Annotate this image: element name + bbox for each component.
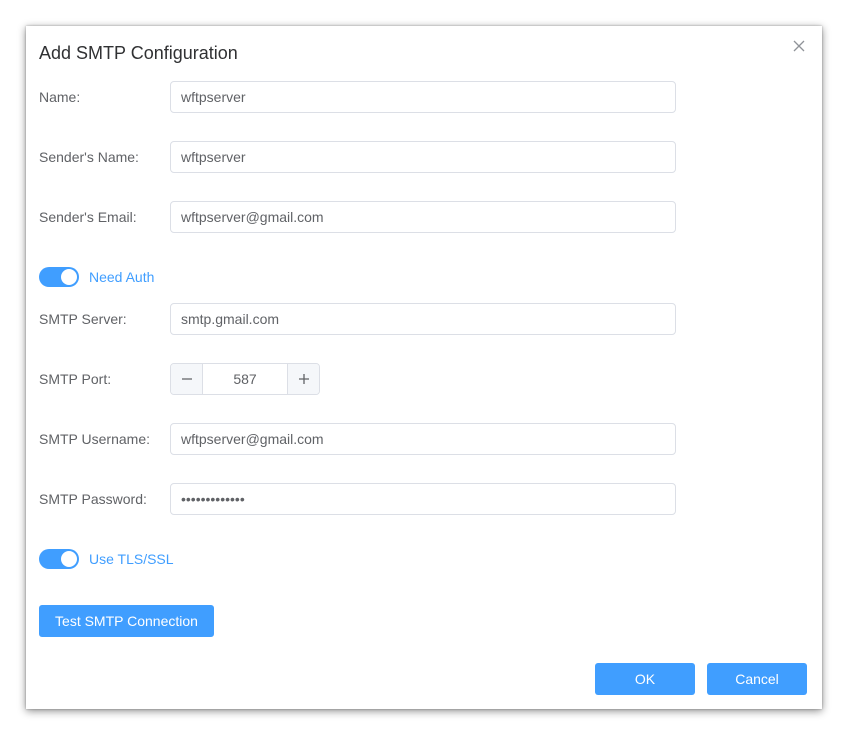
need-auth-toggle[interactable] — [39, 267, 79, 287]
name-label: Name: — [39, 89, 81, 105]
decrement-button[interactable] — [171, 364, 203, 394]
need-auth-switch[interactable]: Need Auth — [39, 267, 154, 287]
smtp-config-dialog: Add SMTP Configuration Name: Sender's Na… — [26, 26, 822, 709]
smtp-port-value[interactable]: 587 — [203, 364, 287, 394]
minus-icon — [181, 378, 192, 380]
smtp-port-label: SMTP Port: — [39, 371, 112, 387]
smtp-port-stepper[interactable]: 587 — [170, 363, 320, 395]
use-tls-label: Use TLS/SSL — [89, 551, 174, 567]
plus-icon — [298, 374, 309, 384]
smtp-username-input[interactable] — [170, 423, 676, 455]
sender-email-input[interactable] — [170, 201, 676, 233]
use-tls-switch[interactable]: Use TLS/SSL — [39, 549, 174, 569]
ok-button[interactable]: OK — [595, 663, 695, 695]
sender-name-label: Sender's Name: — [39, 149, 139, 165]
use-tls-toggle[interactable] — [39, 549, 79, 569]
smtp-server-label: SMTP Server: — [39, 311, 127, 327]
sender-email-label: Sender's Email: — [39, 209, 137, 225]
need-auth-label: Need Auth — [89, 269, 155, 285]
smtp-server-input[interactable] — [170, 303, 676, 335]
dialog-title: Add SMTP Configuration — [39, 43, 238, 63]
increment-button[interactable] — [287, 364, 319, 394]
name-input[interactable] — [170, 81, 676, 113]
close-icon[interactable] — [792, 39, 806, 53]
smtp-password-input[interactable] — [170, 483, 676, 515]
test-smtp-connection-button[interactable]: Test SMTP Connection — [39, 605, 214, 637]
sender-name-input[interactable] — [170, 141, 676, 173]
smtp-password-label: SMTP Password: — [39, 491, 147, 507]
smtp-username-label: SMTP Username: — [39, 431, 150, 447]
cancel-button[interactable]: Cancel — [707, 663, 807, 695]
